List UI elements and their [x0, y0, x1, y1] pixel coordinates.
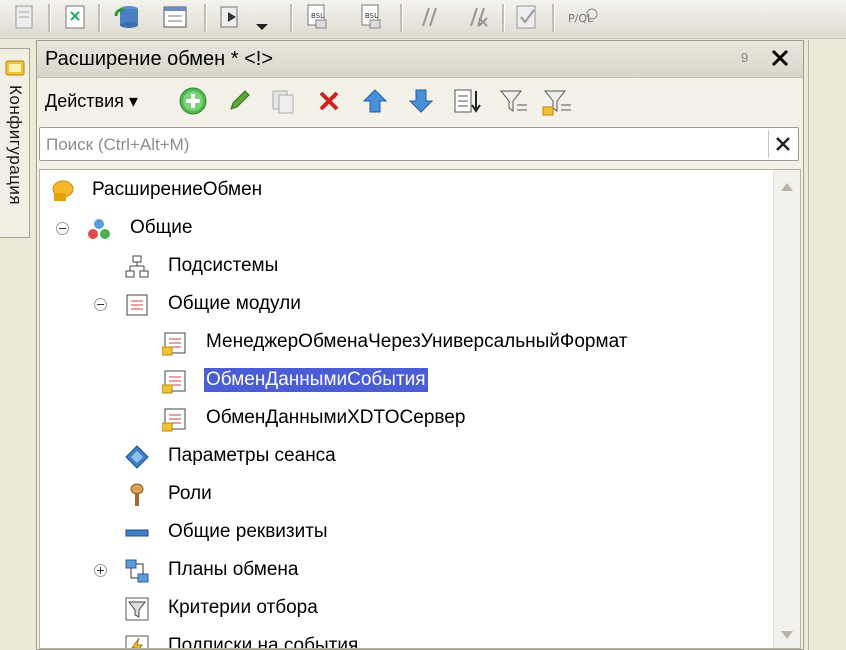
- copy-icon: [272, 90, 294, 114]
- expand-icon[interactable]: [94, 564, 107, 577]
- metadata-tree: РасширениеОбмен Общие Подсистемы Общие м…: [39, 169, 801, 649]
- tree-item-label: Параметры сеанса: [168, 445, 336, 466]
- move-up-button[interactable]: [359, 85, 391, 117]
- delete-icon: [319, 91, 339, 111]
- search-input[interactable]: [44, 131, 748, 159]
- tree-item-roles[interactable]: Роли: [40, 478, 740, 510]
- filter-subsystem-button[interactable]: [541, 85, 573, 117]
- configuration-window: Расширение обмен * <!> 9 Действия ▾ Поис…: [36, 40, 804, 650]
- pencil-icon: [230, 90, 250, 110]
- side-tab-label: Конфигурация: [6, 85, 25, 206]
- arrow-down-icon: [408, 89, 434, 113]
- main-toolbar: BSL BSL P/QL: [0, 0, 846, 39]
- window-title: Расширение обмен * <!>: [45, 48, 274, 70]
- tree-item-label: Подписки на события: [168, 635, 359, 649]
- configuration-icon: [5, 60, 25, 76]
- filter-subsystem-icon: [542, 90, 571, 116]
- tree-item-module-selected[interactable]: ОбменДаннымиСобытия: [40, 364, 740, 396]
- tree-item-session-params[interactable]: Параметры сеанса: [40, 440, 740, 472]
- common-attributes-icon: [125, 529, 149, 537]
- search-box: [39, 127, 799, 161]
- tree-item-module[interactable]: МенеджерОбменаЧерезУниверсальныйФормат: [40, 326, 780, 358]
- close-window-button[interactable]: [765, 43, 795, 73]
- syntax-check-icon[interactable]: [512, 2, 542, 32]
- tree-item-exchange-plans[interactable]: Планы обмена: [40, 554, 740, 586]
- scroll-down-icon[interactable]: [774, 622, 800, 648]
- tree-item-label: ОбменДаннымиСобытия: [204, 368, 428, 392]
- configuration-icon: [52, 180, 74, 201]
- comment-icon[interactable]: [414, 2, 444, 32]
- run-icon[interactable]: [216, 2, 246, 32]
- filter-criteria-icon: [125, 597, 149, 621]
- roles-icon: [130, 483, 144, 506]
- scroll-up-icon[interactable]: [774, 174, 800, 200]
- sort-icon: [454, 89, 481, 113]
- tree-item-common[interactable]: Общие: [40, 212, 740, 244]
- tree-root-label: РасширениеОбмен: [92, 179, 263, 200]
- tree-item-subsystems[interactable]: Подсистемы: [40, 250, 740, 282]
- session-params-icon: [125, 445, 149, 469]
- subsystems-icon: [125, 255, 149, 278]
- tree-item-module[interactable]: ОбменДаннымиXDTOСервер: [40, 402, 740, 434]
- tree-root[interactable]: РасширениеОбмен: [40, 174, 740, 206]
- collapse-icon[interactable]: [56, 222, 69, 235]
- search-clear-button[interactable]: [768, 130, 797, 158]
- tree-item-label: ОбменДаннымиXDTOСервер: [206, 407, 466, 428]
- right-panel-edge: [808, 40, 846, 650]
- tree-item-label: Роли: [168, 483, 212, 504]
- actions-menu[interactable]: Действия ▾: [45, 91, 138, 112]
- common-icon: [88, 219, 110, 239]
- list-icon[interactable]: [10, 2, 40, 32]
- tree-item-label: МенеджерОбменаЧерезУниверсальныйФормат: [206, 331, 628, 352]
- add-icon: [179, 87, 207, 115]
- tree-item-label: Общие: [130, 217, 193, 238]
- close-icon: [771, 49, 789, 67]
- exchange-plans-icon: [125, 559, 149, 583]
- svg-text:BSL: BSL: [365, 12, 378, 20]
- tree-item-event-subscriptions[interactable]: Подписки на события: [40, 630, 740, 649]
- filter-icon: [499, 90, 527, 112]
- sort-button[interactable]: [451, 85, 483, 117]
- tree-item-common-attributes[interactable]: Общие реквизиты: [40, 516, 740, 548]
- copy-button[interactable]: [267, 85, 299, 117]
- module-icon: [126, 294, 148, 316]
- tree-item-common-modules[interactable]: Общие модули: [40, 288, 740, 320]
- arrow-up-icon: [362, 89, 388, 113]
- pin-icon[interactable]: 9: [741, 50, 748, 65]
- bsl-file-icon[interactable]: BSL: [302, 2, 332, 32]
- query-icon[interactable]: P/QL: [566, 2, 606, 32]
- compare-icon[interactable]: [60, 2, 90, 32]
- module-icon: [162, 370, 186, 394]
- tree-item-label: Общие реквизиты: [168, 521, 328, 542]
- close-icon: [776, 137, 790, 151]
- vertical-scrollbar[interactable]: [773, 170, 800, 648]
- move-down-button[interactable]: [405, 85, 437, 117]
- delete-button[interactable]: [313, 85, 345, 117]
- collapse-icon[interactable]: [94, 298, 107, 311]
- title-bar: Расширение обмен * <!> 9: [37, 41, 803, 78]
- action-bar: Действия ▾: [37, 79, 803, 123]
- event-subscriptions-icon: [125, 635, 149, 648]
- add-button[interactable]: [177, 85, 209, 117]
- tree-item-label: Планы обмена: [168, 559, 299, 580]
- window-icon[interactable]: [160, 2, 190, 32]
- database-icon[interactable]: [112, 2, 142, 32]
- module-icon: [162, 408, 186, 432]
- configuration-side-tab[interactable]: Конфигурация: [0, 48, 30, 238]
- uncomment-icon[interactable]: [462, 2, 492, 32]
- tree-item-filter-criteria[interactable]: Критерии отбора: [40, 592, 740, 624]
- tree-item-label: Подсистемы: [168, 255, 279, 276]
- module-icon: [162, 332, 186, 356]
- dropdown-arrow-icon[interactable]: [252, 2, 272, 32]
- tree-item-label: Общие модули: [168, 293, 301, 314]
- bsl-file-2-icon[interactable]: BSL: [356, 2, 386, 32]
- svg-text:BSL: BSL: [311, 12, 324, 20]
- filter-button[interactable]: [497, 85, 529, 117]
- tree-item-label: Критерии отбора: [168, 597, 318, 618]
- edit-button[interactable]: [223, 85, 255, 117]
